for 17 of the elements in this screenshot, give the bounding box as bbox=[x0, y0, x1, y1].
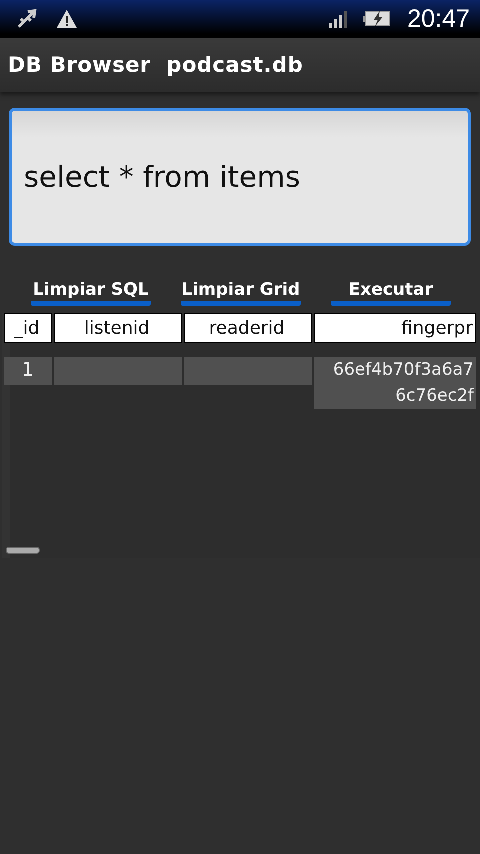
sql-input-field[interactable]: select * from items bbox=[9, 108, 471, 246]
column-header: _id bbox=[4, 313, 52, 343]
app-title: DB Browser podcast.db bbox=[8, 53, 304, 77]
warning-icon bbox=[56, 9, 78, 29]
clock: 20:47 bbox=[407, 4, 470, 34]
action-button[interactable]: Executar bbox=[331, 278, 451, 306]
table-cell: 66ef4b70f3a6a7 6c76ec2f bbox=[314, 357, 476, 409]
signal-icon bbox=[329, 10, 348, 28]
column-header: fingerpr bbox=[314, 313, 476, 343]
action-button[interactable]: Limpiar Grid bbox=[181, 278, 301, 306]
usb-icon bbox=[16, 8, 40, 30]
column-header: listenid bbox=[54, 313, 182, 343]
column-header: readerid bbox=[184, 313, 312, 343]
action-button[interactable]: Limpiar SQL bbox=[31, 278, 151, 306]
scroll-thumb[interactable] bbox=[6, 547, 40, 554]
table-cell: 1 bbox=[4, 357, 52, 385]
battery-charging-icon bbox=[363, 10, 392, 28]
